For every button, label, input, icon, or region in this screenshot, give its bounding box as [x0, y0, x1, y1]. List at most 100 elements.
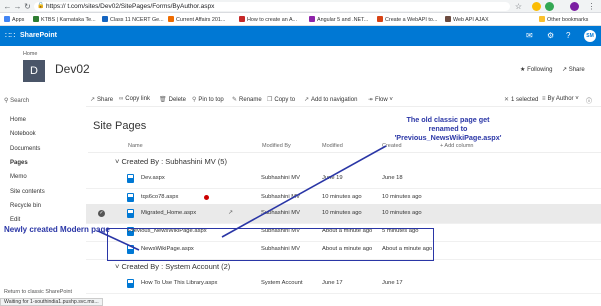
table-row-selected[interactable]: ✓ Migrated_Home.aspx ↗ Subhashini MV 10 … [86, 204, 601, 224]
file-name[interactable]: How To Use This Library.aspx [141, 280, 217, 286]
add-column-button[interactable]: + Add column [440, 143, 473, 149]
forward-icon[interactable]: → [13, 2, 22, 11]
group-header[interactable]: ˅ Created By : Subhashini MV (5) [115, 157, 227, 166]
bookmark-icon [168, 16, 174, 22]
suite-bar: ∷∷ SharePoint ✉ ⚙ ? SM [0, 26, 601, 46]
share-button[interactable]: ↗ Share [90, 96, 113, 103]
add-to-navigation-button[interactable]: ↗ Add to navigation [304, 96, 357, 103]
browser-status-bar: Waiting for 1-southindia1.pushp.svc.ms..… [0, 298, 103, 306]
pin-icon: ⚲ [192, 97, 197, 103]
delete-button[interactable]: 🗑 Delete [159, 96, 186, 103]
apps-icon [4, 16, 10, 22]
modified-date: June 19 [322, 175, 343, 181]
return-classic-link[interactable]: Return to classic SharePoint [4, 289, 72, 295]
copy-link-button[interactable]: ∞ Copy link [119, 96, 150, 102]
column-header-modified[interactable]: Modified [322, 143, 343, 149]
search-box[interactable]: ⚲ Search [4, 97, 29, 104]
bookmark-other[interactable]: Other bookmarks [539, 16, 588, 23]
modified-date: 10 minutes ago [322, 194, 362, 200]
share-icon[interactable]: ↗ [228, 210, 233, 216]
share-site-button[interactable]: ↗ Share [562, 66, 585, 73]
chevron-down-icon: ˅ [575, 96, 579, 102]
app-name[interactable]: SharePoint [20, 32, 57, 39]
bookmark-item[interactable]: Angular 5 and .NET... [309, 16, 368, 23]
bookmark-item[interactable]: How to create an A... [239, 16, 297, 23]
help-icon[interactable]: ? [566, 31, 570, 40]
bookmarks-bar: Apps KTBS | Karnataka Te... Class 11 NCE… [0, 13, 601, 26]
selected-count[interactable]: ✕ 1 selected [504, 96, 538, 103]
bookmark-icon [239, 16, 245, 22]
breadcrumb-home[interactable]: Home [23, 51, 37, 57]
page-file-icon [127, 279, 134, 288]
avatar[interactable]: SM [584, 30, 596, 42]
bookmark-apps[interactable]: Apps [4, 16, 24, 23]
column-header-name[interactable]: Name [128, 143, 143, 149]
bookmark-icon [309, 16, 315, 22]
app-launcher-icon[interactable]: ∷∷ [5, 32, 15, 40]
view-selector[interactable]: ≡ By Author ˅ [542, 96, 579, 102]
pin-to-top-button[interactable]: ⚲ Pin to top [192, 96, 224, 103]
flow-icon: ↠ [368, 97, 374, 103]
nav-item-home[interactable]: Home [10, 117, 26, 123]
browser-toolbar: ← → ↻ 🔒 https:// t.com/sites/Dev02/SiteP… [0, 0, 601, 13]
file-name[interactable]: Dev.aspx [141, 175, 165, 181]
address-bar[interactable]: 🔒 https:// t.com/sites/Dev02/SitePages/F… [34, 2, 510, 11]
folder-icon [539, 16, 545, 22]
link-icon: ∞ [119, 96, 124, 102]
back-icon[interactable]: ← [3, 2, 12, 11]
table-row[interactable]: Dev.aspx Subhashini MV June 19 June 18 [86, 169, 601, 189]
site-logo[interactable]: D [23, 60, 45, 82]
trash-icon: 🗑 [159, 97, 167, 103]
flow-button[interactable]: ↠ Flow ˅ [368, 96, 393, 103]
following-button[interactable]: ★ Following [520, 66, 552, 73]
nav-item-notebook[interactable]: Notebook [10, 131, 36, 137]
bookmark-item[interactable]: Create a WebAPI to... [377, 16, 437, 23]
bookmark-item[interactable]: KTBS | Karnataka Te... [33, 16, 96, 23]
annotation-modern-created: Newly created Modern page [4, 225, 110, 234]
group-header[interactable]: ˅ Created By : System Account (2) [115, 262, 230, 271]
site-title[interactable]: Dev02 [55, 62, 90, 76]
nav-item-memo[interactable]: Memo [10, 174, 27, 180]
chevron-down-icon: ˅ [115, 157, 120, 166]
rename-icon: ✎ [232, 97, 238, 103]
bookmark-icon [102, 16, 108, 22]
share-icon: ↗ [90, 97, 96, 103]
modified-by: Subhashini MV [261, 175, 300, 181]
checkmark-icon[interactable]: ✓ [98, 210, 105, 217]
modified-by: System Account [261, 280, 303, 286]
gear-icon[interactable]: ⚙ [547, 31, 554, 40]
profile-avatar[interactable] [570, 2, 579, 11]
menu-icon[interactable]: ⋮ [587, 2, 596, 11]
column-header-created[interactable]: Created [382, 143, 402, 149]
bookmark-item[interactable]: Current Affairs 201... [168, 16, 225, 23]
file-name[interactable]: tqs6co78.aspx [141, 194, 178, 200]
created-date: June 17 [382, 280, 403, 286]
chevron-down-icon: ˅ [115, 262, 120, 271]
modified-date: June 17 [322, 280, 343, 286]
bookmark-item[interactable]: Web API AJAX [445, 16, 489, 23]
table-row[interactable]: How To Use This Library.aspx System Acco… [86, 274, 601, 294]
nav-item-site-contents[interactable]: Site contents [10, 189, 45, 195]
extension-icon[interactable] [532, 2, 541, 11]
copy-to-button[interactable]: ❐ Copy to [267, 96, 295, 103]
nav-item-documents[interactable]: Documents [10, 146, 40, 152]
page-file-icon [127, 193, 134, 202]
file-name[interactable]: Migrated_Home.aspx [141, 210, 196, 216]
nav-item-recycle-bin[interactable]: Recycle bin [10, 203, 41, 209]
bookmark-item[interactable]: Class 11 NCERT Ge... [102, 16, 164, 23]
reload-icon[interactable]: ↻ [23, 2, 32, 11]
command-bar: ↗ Share ∞ Copy link 🗑 Delete ⚲ Pin to top ✎ R… [86, 93, 601, 107]
annotation-classic-renamed: The old classic page get renamed to 'Pre… [394, 115, 502, 142]
star-icon[interactable]: ☆ [514, 2, 523, 11]
nav-item-pages[interactable]: Pages [10, 160, 28, 166]
extension-icon[interactable] [545, 2, 554, 11]
nav-item-edit[interactable]: Edit [10, 217, 20, 223]
column-header-modified-by[interactable]: Modified By [262, 143, 291, 149]
page-file-icon [127, 209, 134, 218]
url-text: https:// t.com/sites/Dev02/SitePages/For… [46, 3, 215, 10]
created-date: 10 minutes ago [382, 194, 422, 200]
info-icon[interactable]: ⓘ [586, 96, 592, 105]
rename-button[interactable]: ✎ Rename [232, 96, 262, 103]
created-date: June 18 [382, 175, 403, 181]
chat-icon[interactable]: ✉ [526, 31, 533, 40]
